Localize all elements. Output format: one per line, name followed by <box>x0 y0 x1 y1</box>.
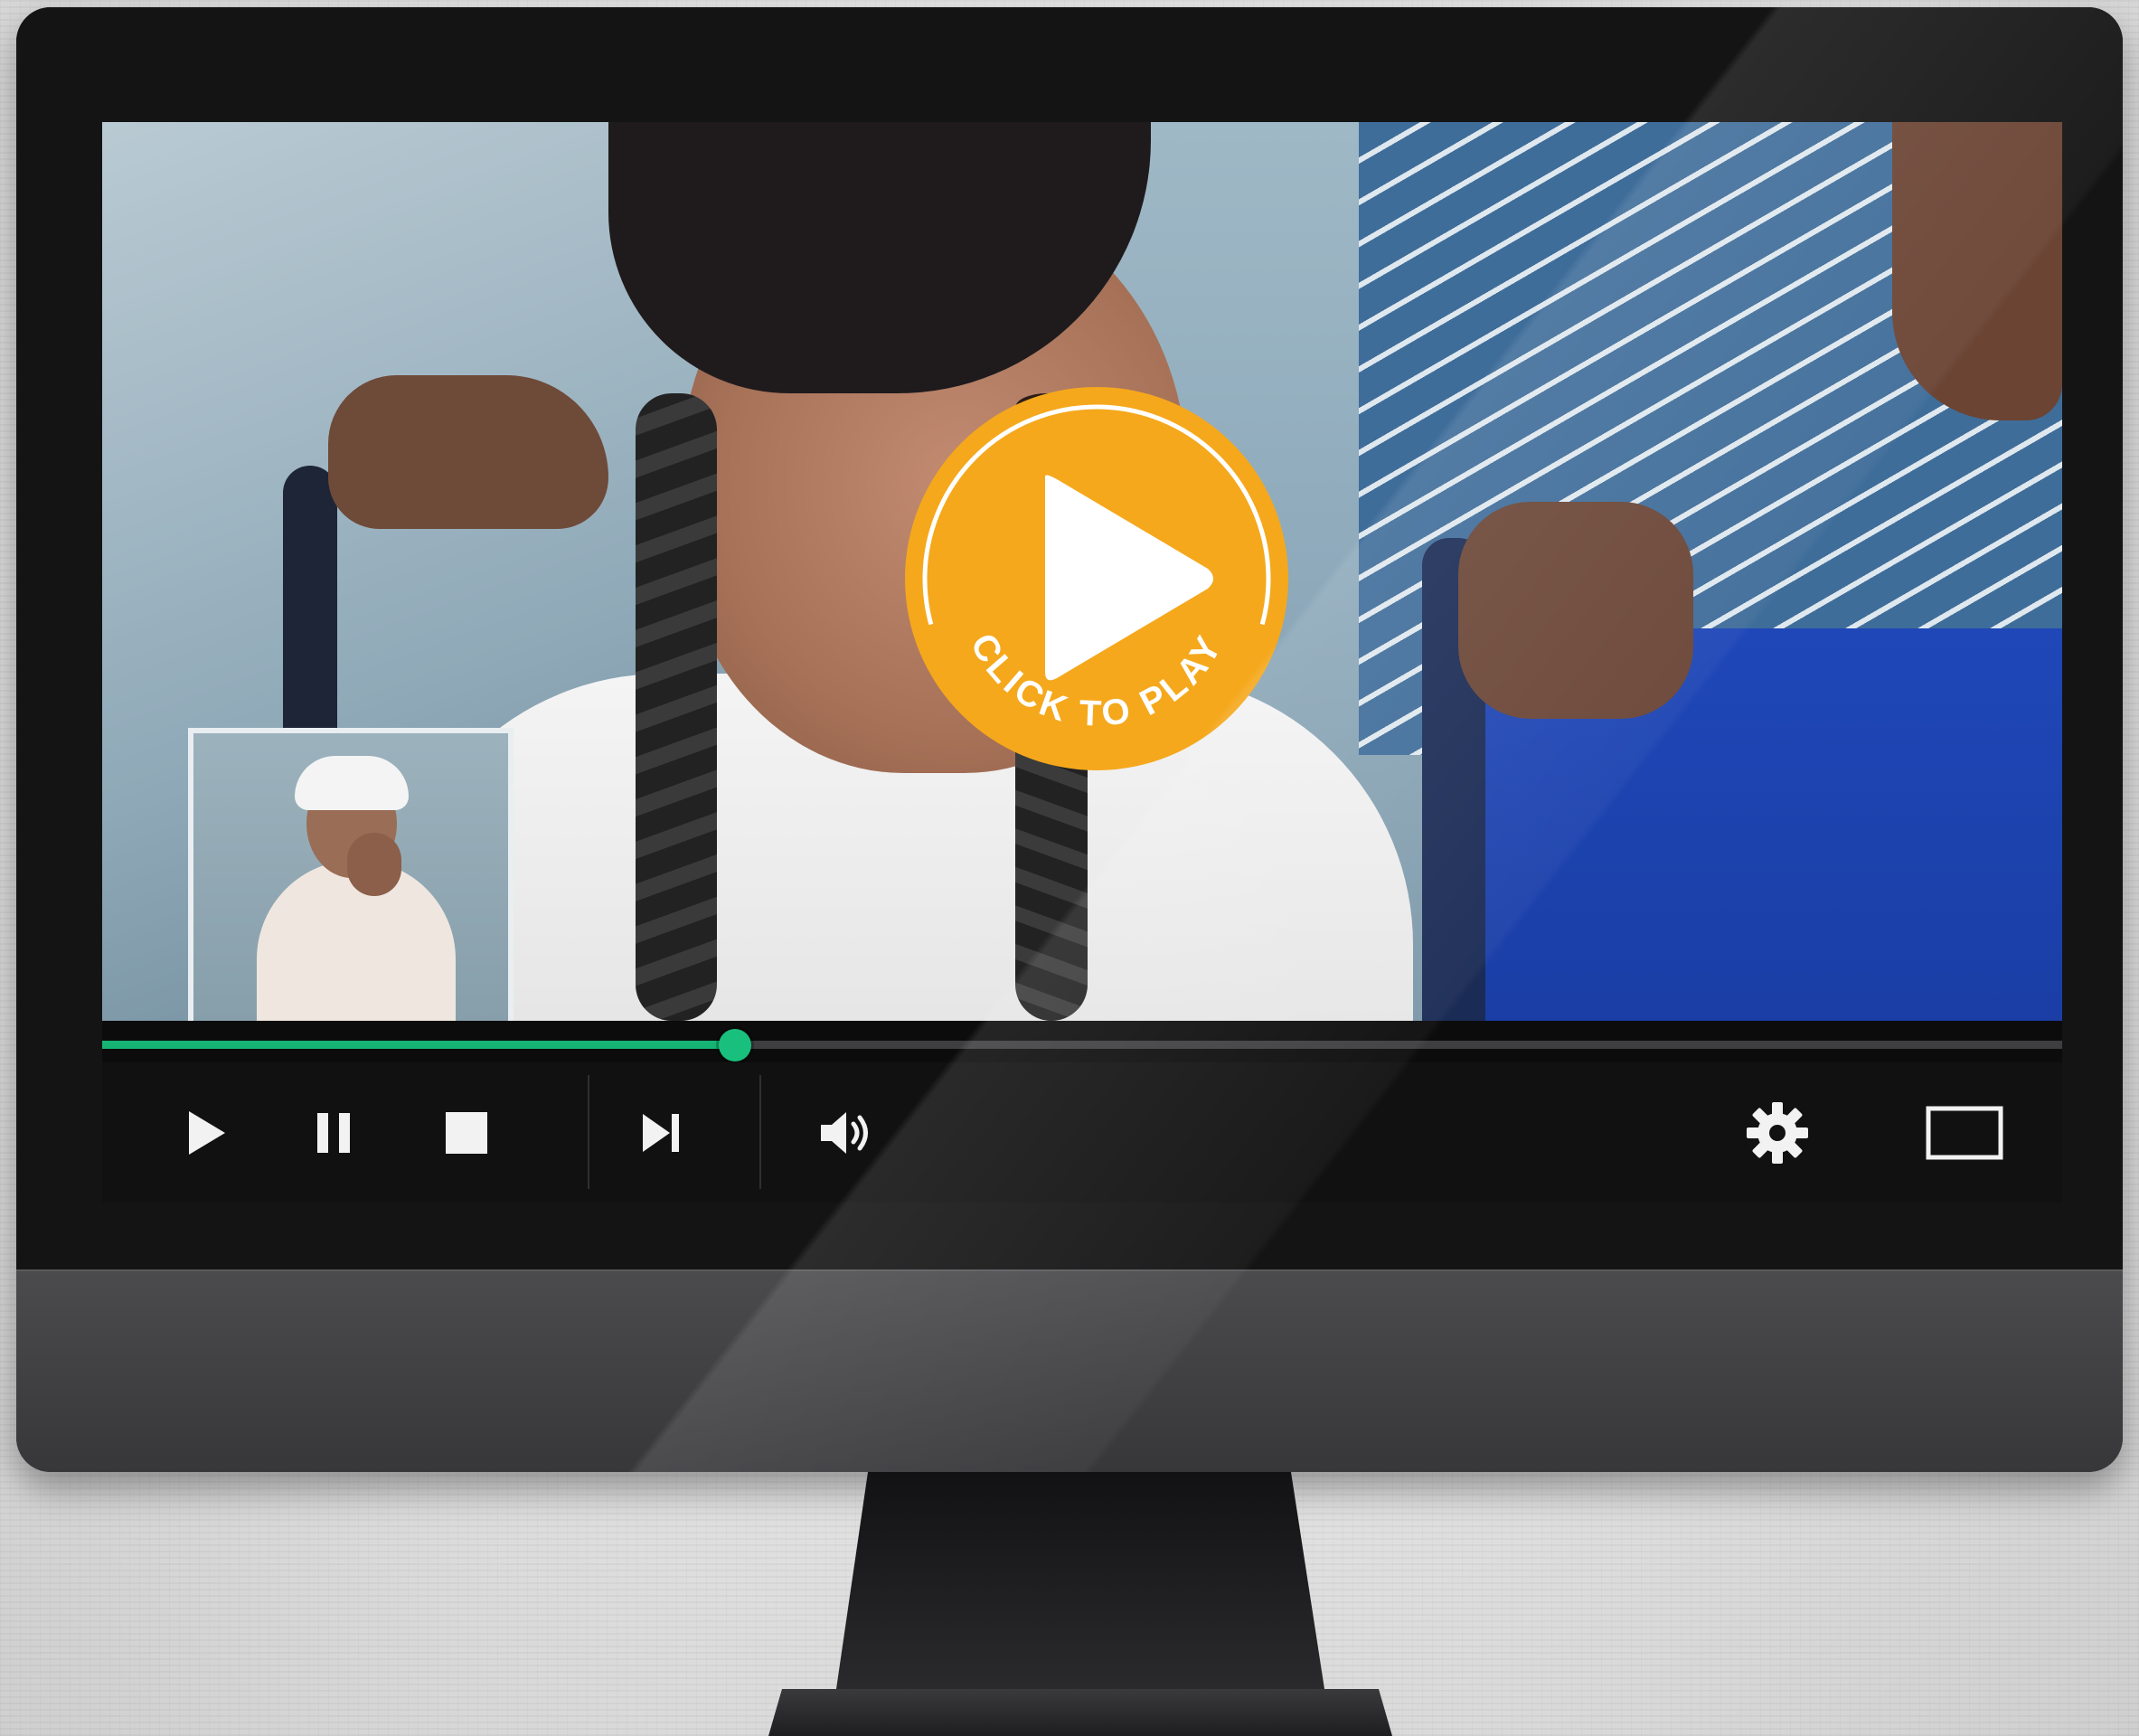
stand-base <box>768 1689 1392 1736</box>
stand-neck <box>836 1472 1324 1689</box>
monitor-stand <box>768 1472 1392 1736</box>
